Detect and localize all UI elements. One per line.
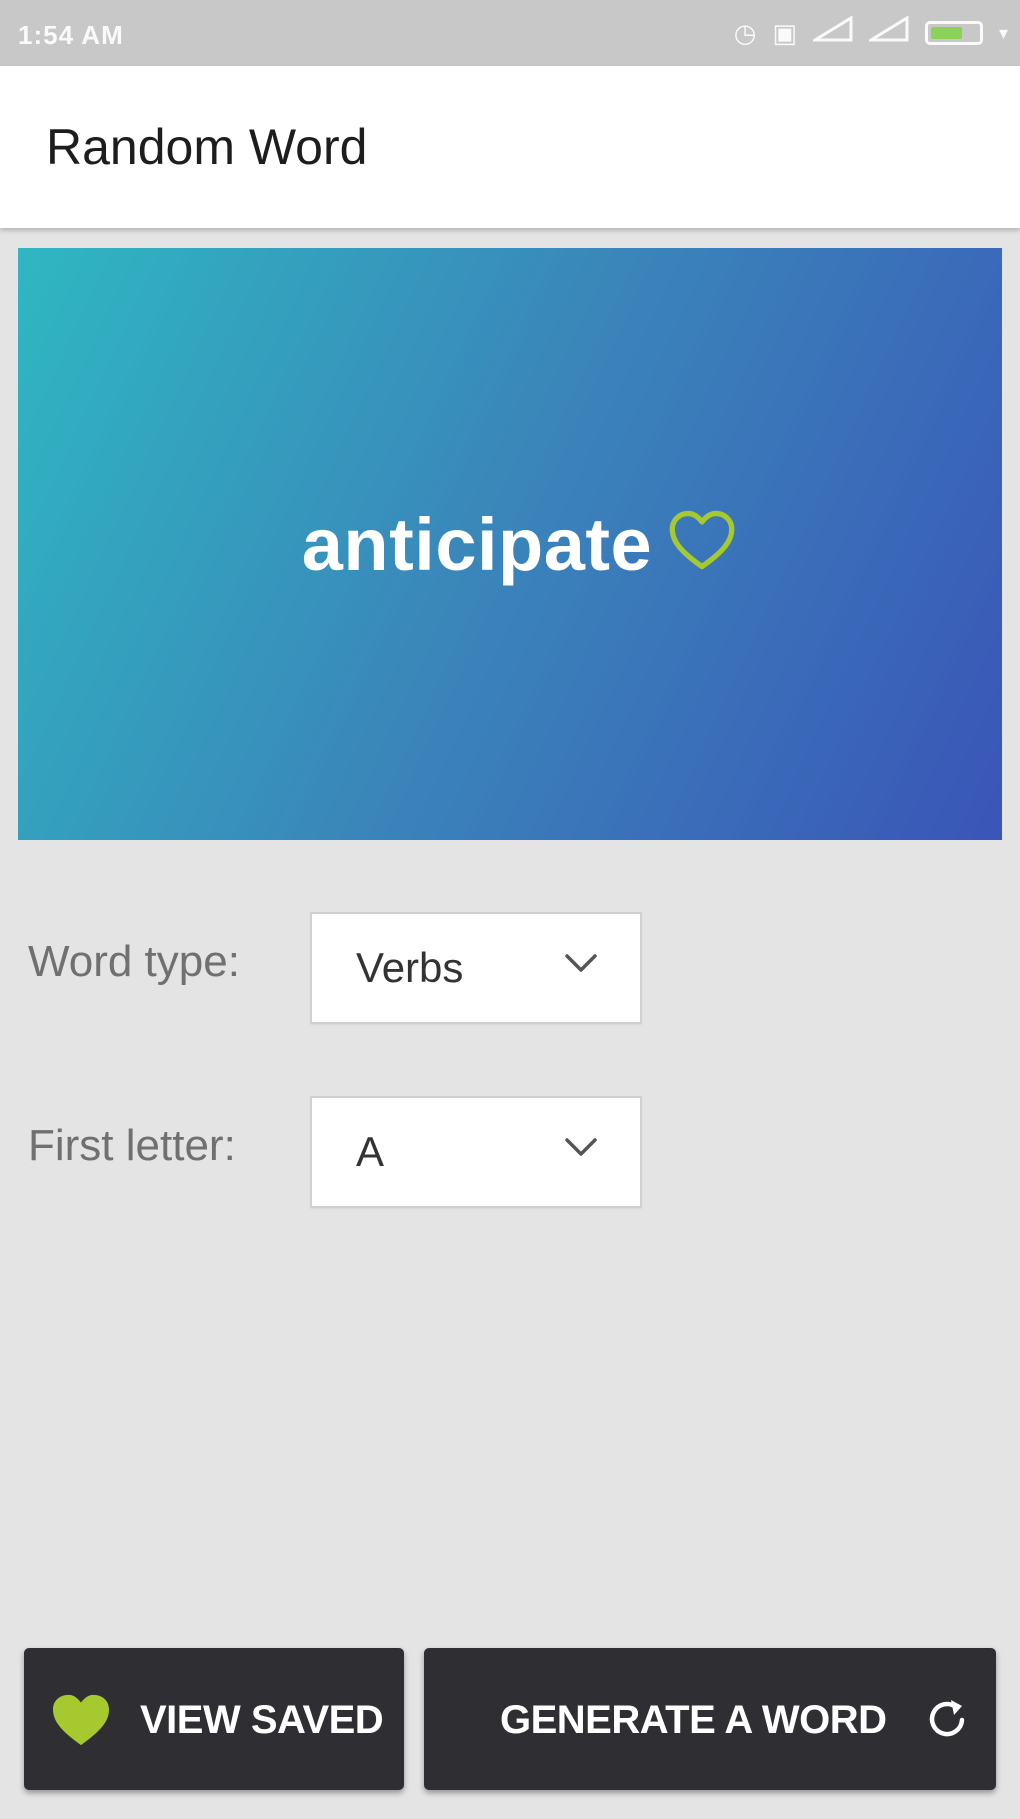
refresh-icon: [929, 1700, 965, 1737]
page-title: Random Word: [46, 119, 368, 175]
status-time: 1:54 AM: [18, 20, 124, 50]
status-bar: 1:54 AM ◷ ▣ ▾: [0, 0, 1020, 66]
generate-word-label: GENERATE A WORD: [500, 1698, 887, 1742]
heart-filled-icon: [53, 1694, 109, 1746]
first-letter-label: First letter:: [28, 1121, 236, 1170]
battery-icon: [924, 21, 983, 45]
word-card: anticipate: [18, 248, 1002, 840]
first-letter-value: A: [356, 1128, 385, 1175]
word-type-label: Word type:: [28, 937, 240, 986]
word-type-value: Verbs: [356, 944, 464, 991]
alarm-icon: ◷: [733, 18, 757, 48]
chevron-down-icon: [565, 954, 597, 972]
wifi-signal-icon: [865, 15, 909, 50]
status-icons: ◷ ▣ ▾: [733, 15, 1008, 50]
notification-icon: ▣: [772, 18, 797, 48]
app-bar: Random Word: [0, 66, 1020, 228]
charging-icon: ▾: [998, 23, 1008, 43]
view-saved-label: VIEW SAVED: [140, 1698, 384, 1742]
sim-signal-icon: [809, 15, 853, 50]
chevron-down-icon: [565, 1138, 597, 1156]
word-type-select[interactable]: Verbs: [310, 912, 642, 1024]
first-letter-select[interactable]: A: [310, 1096, 642, 1208]
generated-word: anticipate: [301, 502, 653, 586]
generate-word-button[interactable]: GENERATE A WORD: [424, 1648, 996, 1790]
view-saved-button[interactable]: VIEW SAVED: [24, 1648, 404, 1790]
word-display: anticipate: [302, 502, 736, 587]
heart-outline-icon[interactable]: [668, 509, 736, 571]
